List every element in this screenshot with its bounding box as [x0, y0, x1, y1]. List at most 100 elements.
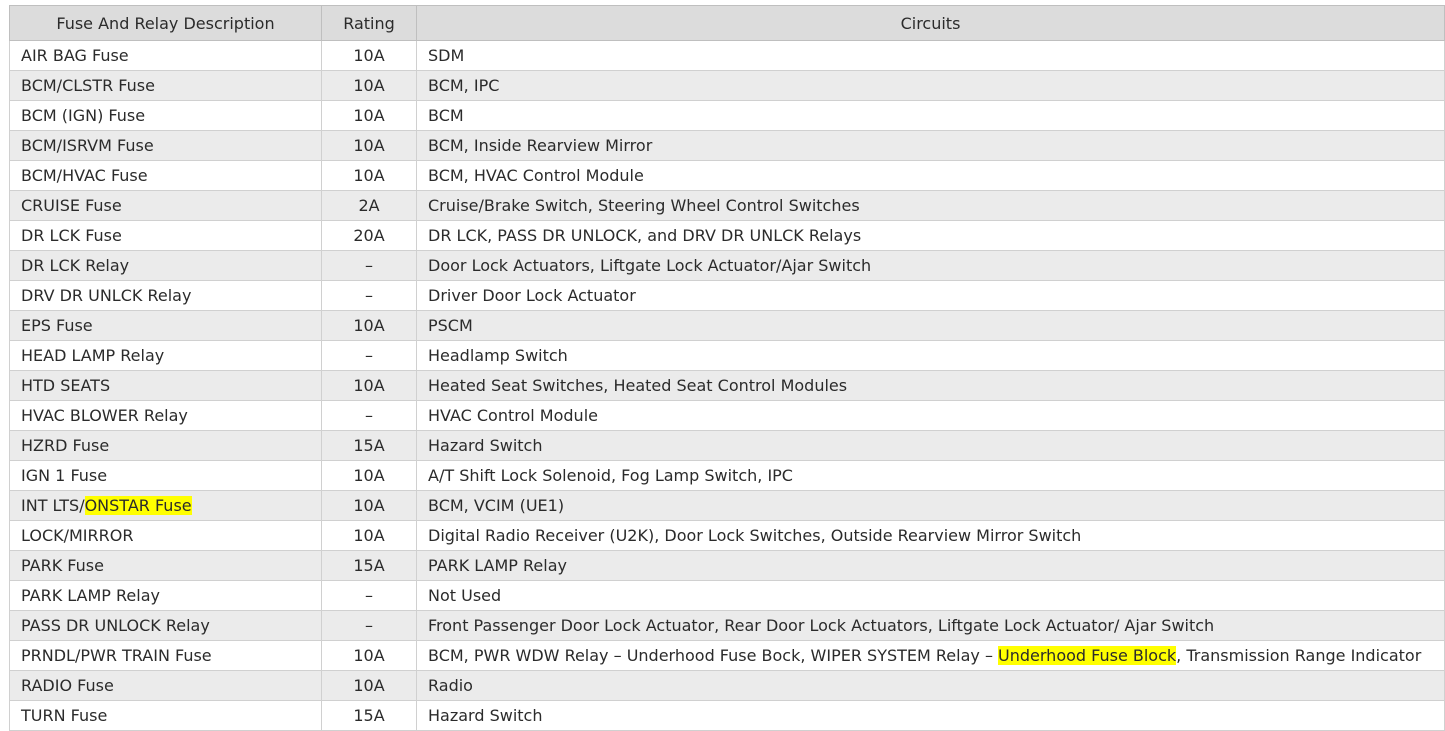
table-row: HEAD LAMP Relay – Headlamp Switch — [9, 340, 1445, 371]
cell-rating: 10A — [321, 490, 417, 521]
highlighted-text: Underhood Fuse Block — [998, 646, 1177, 665]
cell-rating: 2A — [321, 190, 417, 221]
header-rating: Rating — [321, 5, 417, 41]
cell-circuits: Not Used — [416, 580, 1445, 611]
cell-circuits: BCM, HVAC Control Module — [416, 160, 1445, 191]
cell-description: TURN Fuse — [9, 700, 322, 731]
table-row: HZRD Fuse 15A Hazard Switch — [9, 430, 1445, 461]
fuse-relay-table: Fuse And Relay Description Rating Circui… — [9, 5, 1445, 731]
cell-circuits: BCM, Inside Rearview Mirror — [416, 130, 1445, 161]
cell-rating: 10A — [321, 640, 417, 671]
cell-circuits: Heated Seat Switches, Heated Seat Contro… — [416, 370, 1445, 401]
cell-description: BCM (IGN) Fuse — [9, 100, 322, 131]
cell-circuits: Headlamp Switch — [416, 340, 1445, 371]
cell-rating: – — [321, 280, 417, 311]
cell-description: DR LCK Relay — [9, 250, 322, 281]
cell-circuits: Digital Radio Receiver (U2K), Door Lock … — [416, 520, 1445, 551]
table-row: BCM/HVAC Fuse 10A BCM, HVAC Control Module — [9, 160, 1445, 191]
table-row: LOCK/MIRROR 10A Digital Radio Receiver (U2… — [9, 520, 1445, 551]
table-row: BCM/ISRVM Fuse 10A BCM, Inside Rearview Mi… — [9, 130, 1445, 161]
cell-description: BCM/ISRVM Fuse — [9, 130, 322, 161]
cell-circuits: PSCM — [416, 310, 1445, 341]
cell-rating: 15A — [321, 430, 417, 461]
table-row: AIR BAG Fuse 10A SDM — [9, 40, 1445, 71]
cell-description: IGN 1 Fuse — [9, 460, 322, 491]
cell-description: PARK LAMP Relay — [9, 580, 322, 611]
cell-description: RADIO Fuse — [9, 670, 322, 701]
cell-description: LOCK/MIRROR — [9, 520, 322, 551]
cell-description: BCM/HVAC Fuse — [9, 160, 322, 191]
cell-rating: 10A — [321, 370, 417, 401]
cell-circuits: HVAC Control Module — [416, 400, 1445, 431]
cell-description: CRUISE Fuse — [9, 190, 322, 221]
cell-rating: 10A — [321, 100, 417, 131]
cell-circuits: Hazard Switch — [416, 700, 1445, 731]
table-row: HVAC BLOWER Relay – HVAC Control Module — [9, 400, 1445, 431]
cell-rating: 10A — [321, 70, 417, 101]
cell-description: DR LCK Fuse — [9, 220, 322, 251]
cell-rating: 10A — [321, 460, 417, 491]
cell-circuits: A/T Shift Lock Solenoid, Fog Lamp Switch… — [416, 460, 1445, 491]
table-row: DRV DR UNLCK Relay – Driver Door Lock Actu… — [9, 280, 1445, 311]
cell-circuits: Driver Door Lock Actuator — [416, 280, 1445, 311]
table-row: PRNDL/PWR TRAIN Fuse 10A BCM, PWR WDW Rela… — [9, 640, 1445, 671]
table-row: RADIO Fuse 10A Radio — [9, 670, 1445, 701]
header-description: Fuse And Relay Description — [9, 5, 322, 41]
cell-circuits: BCM, IPC — [416, 70, 1445, 101]
cell-circuits: Cruise/Brake Switch, Steering Wheel Cont… — [416, 190, 1445, 221]
table-row: HTD SEATS 10A Heated Seat Switches, Heated… — [9, 370, 1445, 401]
cell-rating: 15A — [321, 700, 417, 731]
cell-circuits: SDM — [416, 40, 1445, 71]
cell-description: PASS DR UNLOCK Relay — [9, 610, 322, 641]
table-row: PARK LAMP Relay – Not Used — [9, 580, 1445, 611]
table-row: BCM (IGN) Fuse 10A BCM — [9, 100, 1445, 131]
table-body: AIR BAG Fuse 10A SDM BCM/CLSTR Fuse 10A BCM, … — [9, 40, 1445, 731]
cell-description: PARK Fuse — [9, 550, 322, 581]
cell-rating: 10A — [321, 130, 417, 161]
cell-circuits: Radio — [416, 670, 1445, 701]
cell-rating: – — [321, 400, 417, 431]
table-header-row: Fuse And Relay Description Rating Circui… — [9, 5, 1445, 41]
cell-rating: – — [321, 340, 417, 371]
cell-rating: 10A — [321, 40, 417, 71]
cell-description: AIR BAG Fuse — [9, 40, 322, 71]
table-row: TURN Fuse 15A Hazard Switch — [9, 700, 1445, 731]
table-row: INT LTS/ONSTAR Fuse 10A BCM, VCIM (UE1) — [9, 490, 1445, 521]
table-row: PARK Fuse 15A PARK LAMP Relay — [9, 550, 1445, 581]
table-row: DR LCK Fuse 20A DR LCK, PASS DR UNLOCK, an… — [9, 220, 1445, 251]
cell-rating: – — [321, 580, 417, 611]
table-row: PASS DR UNLOCK Relay – Front Passenger Doo… — [9, 610, 1445, 641]
cell-description: BCM/CLSTR Fuse — [9, 70, 322, 101]
cell-rating: 20A — [321, 220, 417, 251]
cell-rating: 15A — [321, 550, 417, 581]
table-row: EPS Fuse 10A PSCM — [9, 310, 1445, 341]
cell-circuits: Door Lock Actuators, Liftgate Lock Actua… — [416, 250, 1445, 281]
cell-description: EPS Fuse — [9, 310, 322, 341]
cell-circuits: BCM — [416, 100, 1445, 131]
table-row: BCM/CLSTR Fuse 10A BCM, IPC — [9, 70, 1445, 101]
cell-circuits: PARK LAMP Relay — [416, 550, 1445, 581]
cell-description: HZRD Fuse — [9, 430, 322, 461]
cell-circuits: Front Passenger Door Lock Actuator, Rear… — [416, 610, 1445, 641]
cell-description: HVAC BLOWER Relay — [9, 400, 322, 431]
cell-circuits: Hazard Switch — [416, 430, 1445, 461]
table-row: IGN 1 Fuse 10A A/T Shift Lock Solenoid, Fo… — [9, 460, 1445, 491]
cell-circuits: BCM, VCIM (UE1) — [416, 490, 1445, 521]
cell-description: HEAD LAMP Relay — [9, 340, 322, 371]
cell-rating: 10A — [321, 160, 417, 191]
cell-description: PRNDL/PWR TRAIN Fuse — [9, 640, 322, 671]
cell-rating: – — [321, 610, 417, 641]
table-row: CRUISE Fuse 2A Cruise/Brake Switch, Steeri… — [9, 190, 1445, 221]
cell-rating: 10A — [321, 670, 417, 701]
cell-rating: 10A — [321, 520, 417, 551]
highlighted-text: ONSTAR Fuse — [84, 496, 192, 515]
table-row: DR LCK Relay – Door Lock Actuators, Liftga… — [9, 250, 1445, 281]
cell-description: DRV DR UNLCK Relay — [9, 280, 322, 311]
cell-description: HTD SEATS — [9, 370, 322, 401]
cell-description: INT LTS/ONSTAR Fuse — [9, 490, 322, 521]
cell-rating: – — [321, 250, 417, 281]
cell-rating: 10A — [321, 310, 417, 341]
cell-circuits: BCM, PWR WDW Relay – Underhood Fuse Bock… — [416, 640, 1445, 671]
cell-circuits: DR LCK, PASS DR UNLOCK, and DRV DR UNLCK… — [416, 220, 1445, 251]
header-circuits: Circuits — [416, 5, 1445, 41]
